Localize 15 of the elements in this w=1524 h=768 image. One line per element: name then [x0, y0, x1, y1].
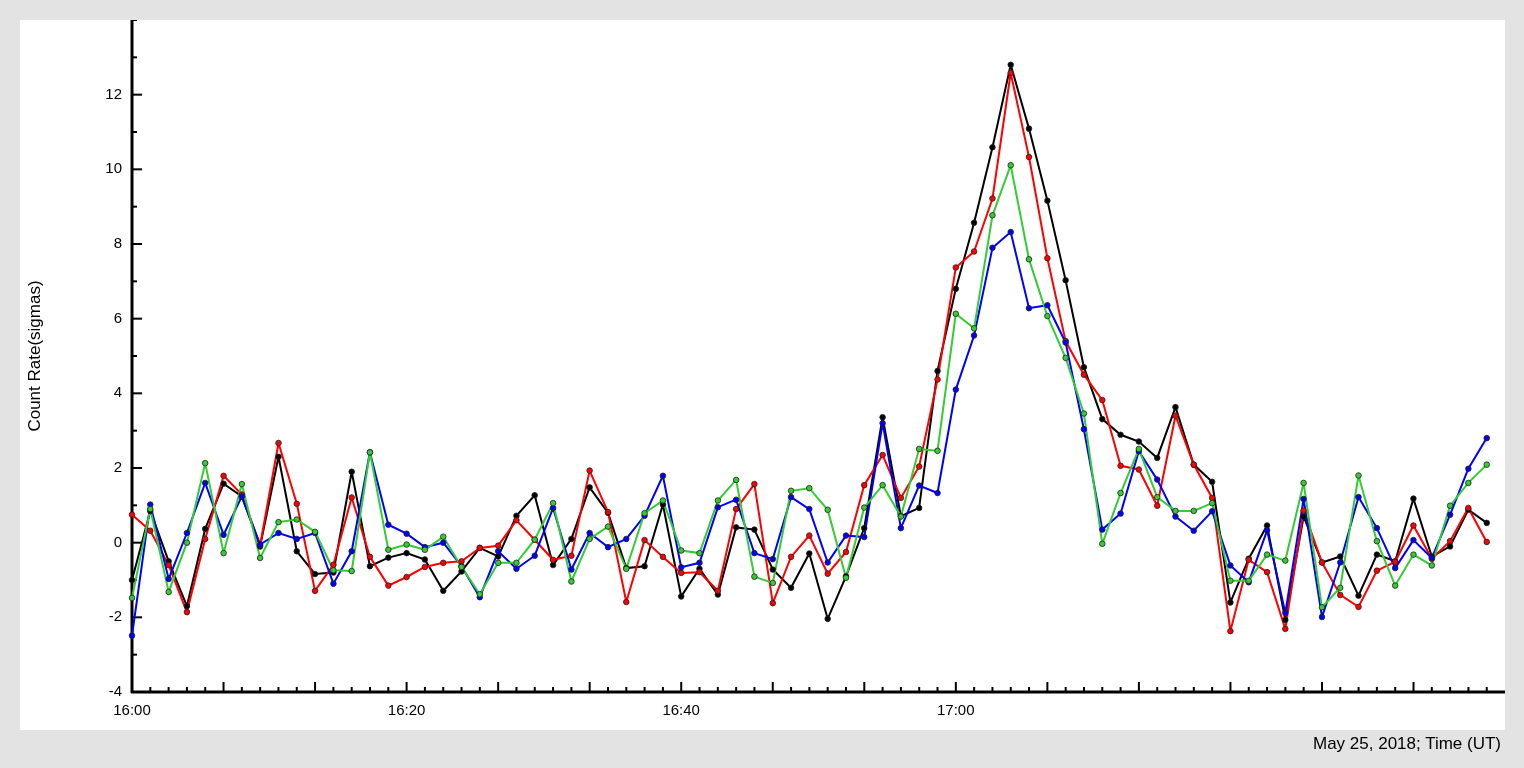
y-tick-label: 10	[105, 159, 122, 177]
y-tick-label: 6	[113, 308, 122, 326]
y-axis-label: Count Rate(sigmas)	[25, 280, 45, 432]
y-tick-label: 4	[113, 383, 122, 401]
y-tick-label: 8	[113, 233, 122, 251]
y-tick-label: 2	[113, 457, 122, 475]
x-axis-label: May 25, 2018; Time (UT)	[1313, 734, 1501, 754]
x-tick-label: 16:20	[387, 701, 426, 718]
y-tick-label: -2	[108, 607, 122, 625]
x-tick-label: 17:00	[937, 701, 975, 718]
x-tick-label: 16:40	[662, 701, 700, 718]
x-tick-label: 16:00	[113, 701, 151, 718]
y-tick-label: 0	[113, 532, 122, 550]
y-tick-label: 12	[105, 84, 122, 102]
y-tick-label: -4	[108, 681, 122, 699]
